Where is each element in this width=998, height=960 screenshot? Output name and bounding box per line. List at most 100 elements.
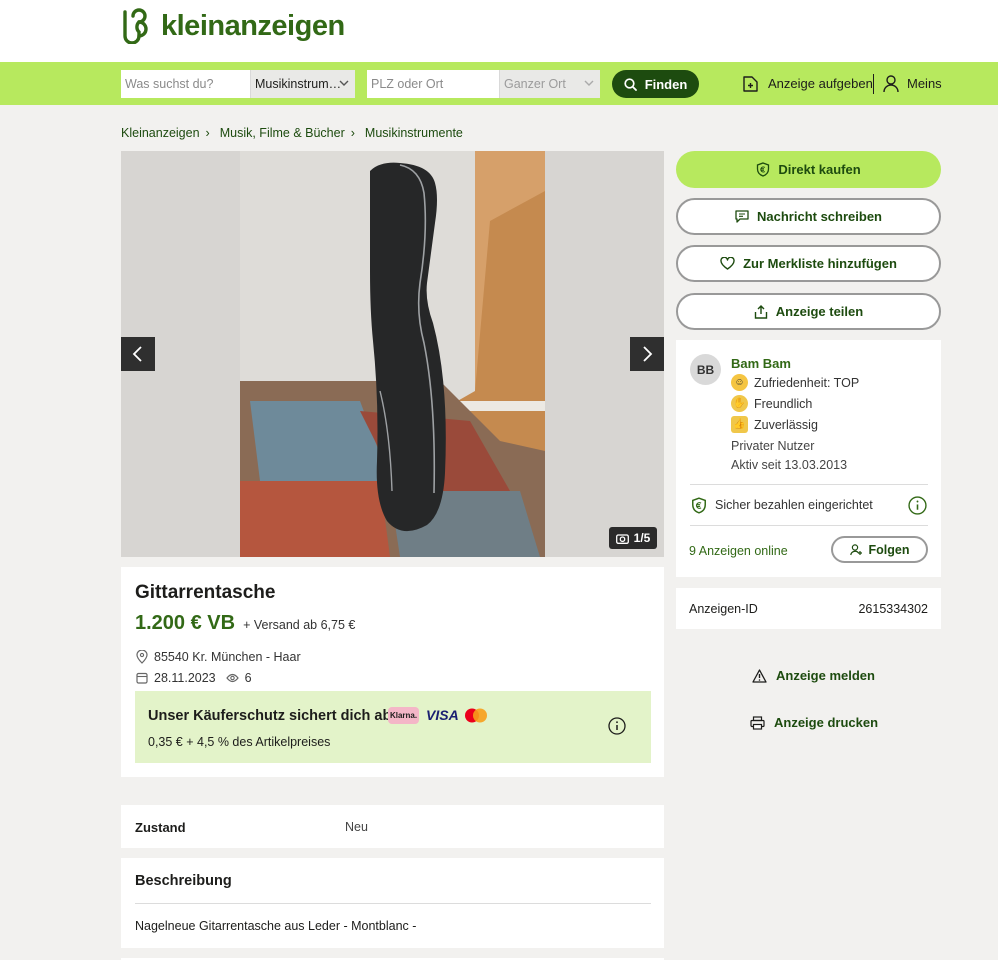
badge-satisfaction-label: Zufriedenheit: TOP bbox=[754, 375, 860, 390]
handshake-icon: ✋ bbox=[731, 395, 748, 412]
chevron-right-icon bbox=[643, 346, 653, 362]
message-button[interactable]: Nachricht schreiben bbox=[676, 198, 941, 235]
site-logo[interactable]: kleinanzeigen bbox=[121, 8, 345, 44]
listing-title: Gittarrentasche bbox=[135, 582, 276, 603]
breadcrumb-item-subcategory[interactable]: Musikinstrumente bbox=[365, 126, 463, 140]
watchlist-label: Zur Merkliste hinzufügen bbox=[743, 256, 897, 271]
description-card: Beschreibung Nagelneue Gitarrentasche au… bbox=[121, 858, 664, 948]
message-label: Nachricht schreiben bbox=[757, 209, 882, 224]
shield-euro-icon bbox=[757, 162, 770, 177]
find-button[interactable]: Finden bbox=[612, 70, 699, 98]
ad-id-value: 2615334302 bbox=[858, 602, 928, 616]
listing-price: 1.200 € VB bbox=[135, 612, 236, 634]
top-header: kleinanzeigen bbox=[0, 0, 998, 62]
chevron-down-icon bbox=[339, 80, 349, 86]
account-label: Meins bbox=[907, 76, 942, 91]
avatar[interactable]: BB bbox=[690, 354, 721, 385]
radius-select[interactable]: Ganzer Ort bbox=[499, 70, 600, 98]
seller-name[interactable]: Bam Bam bbox=[731, 356, 791, 371]
price-row: 1.200 € VB + Versand ab 6,75 € bbox=[135, 612, 355, 635]
follow-button[interactable]: Folgen bbox=[831, 536, 928, 563]
share-icon bbox=[754, 304, 767, 319]
share-label: Anzeige teilen bbox=[775, 304, 864, 319]
listing-location: 85540 Kr. München - Haar bbox=[136, 650, 301, 664]
watchlist-button[interactable]: Zur Merkliste hinzufügen bbox=[676, 245, 941, 282]
secure-pay-text: Sicher bezahlen eingerichtet bbox=[715, 498, 873, 512]
camera-icon bbox=[615, 533, 629, 544]
image-gallery: 1/5 bbox=[121, 151, 664, 557]
buyer-protection-box: Unser Käuferschutz sichert dich ab Klarn… bbox=[135, 691, 651, 763]
breadcrumb-separator: › bbox=[205, 126, 210, 140]
visa-logo: VISA bbox=[426, 707, 459, 723]
breadcrumb-item-category[interactable]: Musik, Filme & Bücher bbox=[220, 126, 345, 140]
product-photo[interactable] bbox=[240, 151, 545, 557]
nav-divider bbox=[873, 74, 874, 94]
post-ad-label: Anzeige aufgeben bbox=[768, 76, 873, 91]
logo-text: kleinanzeigen bbox=[161, 9, 345, 42]
description-divider bbox=[135, 903, 651, 904]
seller-divider bbox=[690, 525, 928, 526]
calendar-icon bbox=[136, 672, 148, 684]
listing-date-views: 28.11.2023 6 bbox=[136, 671, 252, 685]
search-input[interactable] bbox=[121, 70, 250, 98]
description-heading: Beschreibung bbox=[135, 873, 232, 889]
badge-satisfaction: ☺ Zufriedenheit: TOP bbox=[731, 374, 859, 391]
buyer-protection-title: Unser Käuferschutz sichert dich ab bbox=[148, 708, 392, 724]
radius-value: Ganzer Ort bbox=[504, 77, 566, 91]
location-pin-icon bbox=[136, 650, 148, 664]
search-icon bbox=[624, 77, 637, 91]
badge-reliable: 👍 Zuverlässig bbox=[731, 416, 818, 433]
print-ad-label: Anzeige drucken bbox=[774, 715, 879, 730]
badge-friendly-label: Freundlich bbox=[754, 396, 813, 411]
seller-divider bbox=[690, 484, 928, 485]
gallery-prev-button[interactable] bbox=[121, 337, 155, 371]
info-icon[interactable] bbox=[608, 717, 626, 735]
heart-icon bbox=[720, 257, 735, 270]
report-ad-label: Anzeige melden bbox=[776, 668, 875, 683]
category-value: Musikinstrum… bbox=[255, 77, 342, 91]
post-ad-link[interactable]: Anzeige aufgeben bbox=[741, 62, 873, 105]
ad-id-row: Anzeigen-ID 2615334302 bbox=[676, 588, 941, 629]
thumbs-up-icon: 👍 bbox=[731, 416, 748, 433]
eye-icon bbox=[225, 673, 239, 683]
ads-online-link[interactable]: 9 Anzeigen online bbox=[689, 544, 788, 558]
breadcrumb-item-home[interactable]: Kleinanzeigen bbox=[121, 126, 200, 140]
printer-icon bbox=[750, 715, 765, 730]
views-count: 6 bbox=[244, 671, 252, 685]
breadcrumb: Kleinanzeigen › Musik, Filme & Bücher › Mu… bbox=[121, 126, 463, 140]
description-text: Nagelneue Gitarrentasche aus Leder - Mon… bbox=[135, 919, 417, 933]
print-ad-link[interactable]: Anzeige drucken bbox=[750, 715, 878, 730]
shipping-cost: + Versand ab 6,75 € bbox=[243, 618, 356, 632]
report-ad-link[interactable]: Anzeige melden bbox=[752, 668, 875, 683]
image-counter-text: 1/5 bbox=[633, 531, 651, 545]
mastercard-logo-icon bbox=[465, 708, 487, 723]
category-select[interactable]: Musikinstrum… bbox=[250, 70, 355, 98]
klarna-logo: Klarna. bbox=[388, 707, 419, 724]
breadcrumb-separator: › bbox=[350, 126, 355, 140]
location-input[interactable] bbox=[367, 70, 499, 98]
follow-label: Folgen bbox=[868, 542, 910, 557]
user-icon bbox=[883, 74, 899, 92]
seller-active-since: Aktiv seit 13.03.2013 bbox=[731, 458, 848, 472]
account-link[interactable]: Meins bbox=[883, 62, 942, 105]
info-icon[interactable] bbox=[908, 496, 927, 515]
gallery-next-button[interactable] bbox=[630, 337, 664, 371]
ad-id-label: Anzeigen-ID bbox=[689, 602, 758, 616]
seller-card: BB Bam Bam ☺ Zufriedenheit: TOP ✋ Freund… bbox=[676, 340, 941, 577]
chat-icon bbox=[735, 210, 749, 223]
user-plus-icon bbox=[849, 543, 862, 555]
buyer-protection-fee: 0,35 € + 4,5 % des Artikelpreises bbox=[148, 735, 331, 749]
seller-type: Privater Nutzer bbox=[731, 439, 815, 453]
image-counter: 1/5 bbox=[609, 527, 657, 549]
condition-value: Neu bbox=[345, 820, 368, 834]
share-button[interactable]: Anzeige teilen bbox=[676, 293, 941, 330]
post-ad-icon bbox=[743, 75, 758, 92]
warning-icon bbox=[752, 668, 767, 683]
badge-friendly: ✋ Freundlich bbox=[731, 395, 812, 412]
buy-now-label: Direkt kaufen bbox=[778, 162, 861, 177]
chevron-down-icon bbox=[584, 80, 594, 86]
condition-label: Zustand bbox=[135, 820, 186, 835]
search-bar: Musikinstrum… Ganzer Ort Finden Anzeige … bbox=[0, 62, 998, 105]
buy-now-button[interactable]: Direkt kaufen bbox=[676, 151, 941, 188]
find-label: Finden bbox=[644, 76, 688, 92]
